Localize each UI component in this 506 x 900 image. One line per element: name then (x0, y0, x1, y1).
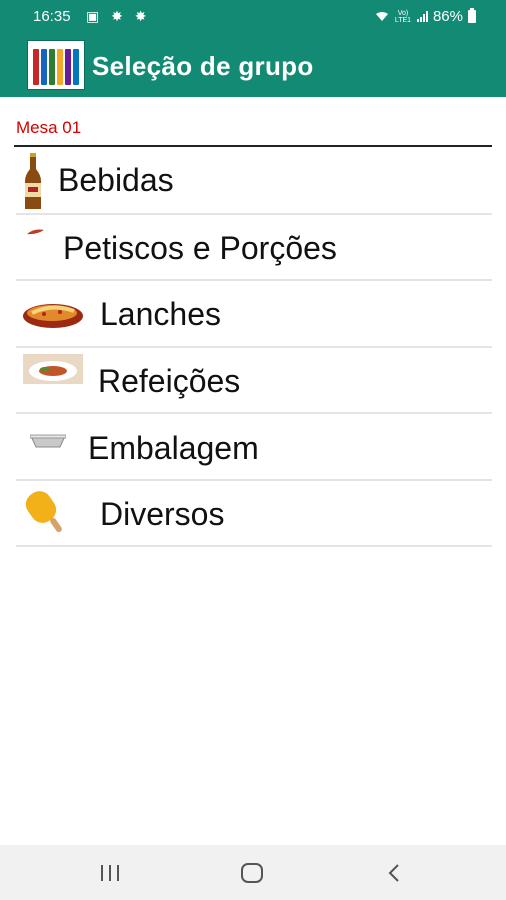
back-icon (388, 864, 399, 882)
group-label: Lanches (100, 296, 221, 332)
page-title: Seleção de grupo (92, 51, 314, 81)
table-label: Mesa 01 (16, 118, 82, 137)
group-label: Embalagem (88, 430, 259, 466)
divider (14, 145, 492, 147)
group-item-bebidas[interactable]: Bebidas (16, 148, 492, 215)
group-item-diversos[interactable]: Diversos (16, 481, 492, 547)
navigation-bar (0, 845, 506, 900)
status-bar: 16:35 ▣ ✸ ✸ Vo) LTE1 86% (0, 0, 506, 33)
group-item-lanches[interactable]: Lanches (16, 281, 492, 348)
battery-icon (468, 8, 476, 23)
status-time: 16:35 (33, 8, 71, 25)
volte-icon: Vo) LTE1 (394, 10, 412, 24)
group-label: Petiscos e Porções (63, 229, 337, 266)
group-label: Refeições (98, 362, 241, 399)
wifi-icon (375, 12, 388, 21)
home-button[interactable] (208, 845, 298, 900)
container-icon (30, 434, 66, 448)
popsicle-icon (25, 490, 62, 532)
volte-text: Vo) LTE1 (394, 9, 412, 24)
status-right: Vo) LTE1 86% (375, 8, 476, 25)
group-label: Bebidas (58, 162, 174, 198)
app-logo (27, 40, 85, 90)
group-item-petiscos[interactable]: Petiscos e Porções (16, 215, 492, 281)
meal-plate-icon (23, 353, 83, 384)
back-button[interactable] (350, 845, 440, 900)
signal-icon (416, 11, 428, 22)
chili-pepper-icon (27, 229, 44, 234)
sandwich-icon (23, 304, 83, 328)
group-item-embalagem[interactable]: Embalagem (16, 414, 492, 481)
home-icon (241, 863, 263, 883)
group-label: Diversos (100, 495, 225, 532)
recents-icon (101, 865, 119, 881)
notification-icons: ▣ ✸ ✸ (86, 8, 151, 24)
app-bar: Seleção de grupo (0, 33, 506, 97)
group-item-refeicoes[interactable]: Refeições (16, 348, 492, 414)
beer-bottle-icon (25, 153, 41, 209)
group-list: Bebidas Petiscos e Porções Lanches Refei… (16, 148, 492, 547)
battery-percent: 86% (432, 8, 463, 25)
recent-apps-button[interactable] (65, 845, 155, 900)
